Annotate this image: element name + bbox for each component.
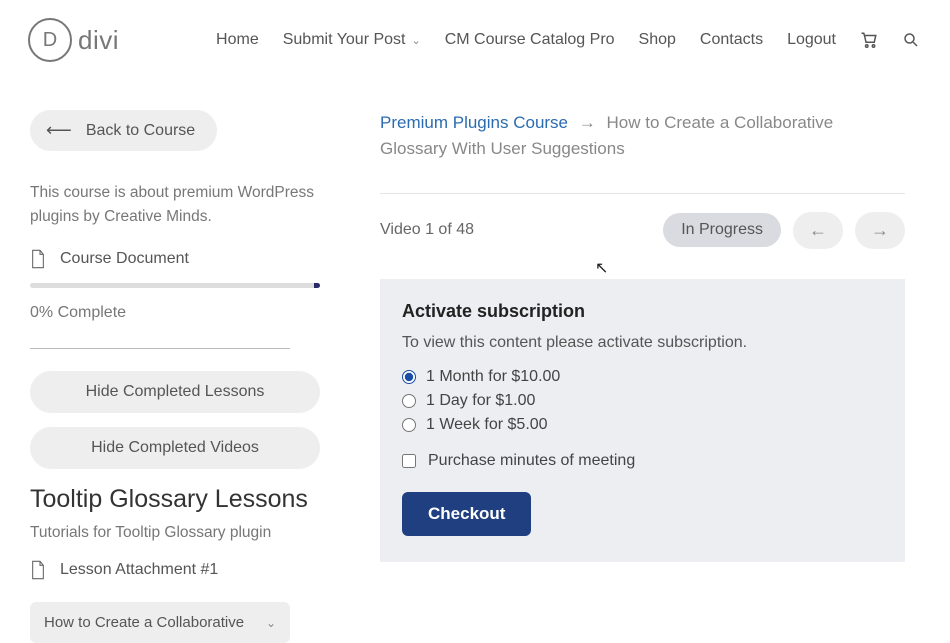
option-month[interactable]: 1 Month for $10.00 <box>402 368 883 386</box>
top-navbar: D divi Home Submit Your Post ⌄ CM Course… <box>0 0 950 80</box>
purchase-minutes-label: Purchase minutes of meeting <box>428 452 635 470</box>
arrow-right-icon: → <box>579 113 596 132</box>
nav-home[interactable]: Home <box>216 31 259 49</box>
nav-submit-label: Submit Your Post <box>283 31 406 49</box>
status-chip[interactable]: In Progress <box>663 213 781 247</box>
subscription-panel: Activate subscription To view this conte… <box>380 279 905 562</box>
course-document-link[interactable]: Course Document <box>30 249 320 269</box>
nav-submit-post[interactable]: Submit Your Post ⌄ <box>283 31 421 49</box>
chevron-down-icon: ⌄ <box>266 616 276 630</box>
panel-text: To view this content please activate sub… <box>402 334 883 352</box>
panel-title: Activate subscription <box>402 301 883 322</box>
nav-shop[interactable]: Shop <box>639 31 676 49</box>
status-row: Video 1 of 48 In Progress ← → <box>380 193 905 249</box>
course-document-label: Course Document <box>60 250 189 268</box>
section-subtitle: Tutorials for Tooltip Glossary plugin <box>30 524 320 542</box>
hide-completed-videos-button[interactable]: Hide Completed Videos <box>30 427 320 469</box>
back-label: Back to Course <box>86 122 195 140</box>
course-sidebar: ⟵ Back to Course This course is about pr… <box>30 110 320 643</box>
option-day-radio[interactable] <box>402 394 416 408</box>
progress-bar <box>30 283 320 288</box>
back-to-course-button[interactable]: ⟵ Back to Course <box>30 110 217 151</box>
document-icon <box>30 249 46 269</box>
course-description: This course is about premium WordPress p… <box>30 181 320 229</box>
logo-mark: D <box>28 18 72 62</box>
lesson-item[interactable]: How to Create a Collaborative ⌄ <box>30 602 290 643</box>
option-month-label: 1 Month for $10.00 <box>426 368 560 386</box>
divider <box>30 348 290 349</box>
cart-icon[interactable] <box>860 31 878 49</box>
purchase-minutes-checkbox[interactable]: Purchase minutes of meeting <box>402 452 883 470</box>
purchase-minutes-input[interactable] <box>402 454 416 468</box>
option-week-label: 1 Week for $5.00 <box>426 416 548 434</box>
breadcrumb-root[interactable]: Premium Plugins Course <box>380 113 568 132</box>
hide-completed-lessons-button[interactable]: Hide Completed Lessons <box>30 371 320 413</box>
nav-logout[interactable]: Logout <box>787 31 836 49</box>
nav-contacts[interactable]: Contacts <box>700 31 763 49</box>
prev-button[interactable]: ← <box>793 212 843 249</box>
site-logo[interactable]: D divi <box>28 18 119 62</box>
lesson-attachment-link[interactable]: Lesson Attachment #1 <box>30 560 320 580</box>
chevron-down-icon: ⌄ <box>411 34 420 47</box>
arrow-left-icon: ⟵ <box>46 120 72 141</box>
main-content: Premium Plugins Course → How to Create a… <box>380 110 905 643</box>
search-icon[interactable] <box>902 31 920 49</box>
option-month-radio[interactable] <box>402 370 416 384</box>
checkout-button[interactable]: Checkout <box>402 492 531 536</box>
primary-nav: Home Submit Your Post ⌄ CM Course Catalo… <box>216 31 920 49</box>
option-week[interactable]: 1 Week for $5.00 <box>402 416 883 434</box>
next-button[interactable]: → <box>855 212 905 249</box>
lesson-attachment-label: Lesson Attachment #1 <box>60 561 218 579</box>
subscription-options: 1 Month for $10.00 1 Day for $1.00 1 Wee… <box>402 368 883 434</box>
option-day-label: 1 Day for $1.00 <box>426 392 535 410</box>
logo-text: divi <box>78 25 119 56</box>
section-heading: Tooltip Glossary Lessons <box>30 485 320 514</box>
lesson-item-label: How to Create a Collaborative <box>44 614 244 631</box>
breadcrumb: Premium Plugins Course → How to Create a… <box>380 110 905 163</box>
video-count: Video 1 of 48 <box>380 221 474 239</box>
progress-label: 0% Complete <box>30 304 320 322</box>
nav-course-catalog[interactable]: CM Course Catalog Pro <box>445 31 615 49</box>
document-icon <box>30 560 46 580</box>
option-week-radio[interactable] <box>402 418 416 432</box>
option-day[interactable]: 1 Day for $1.00 <box>402 392 883 410</box>
